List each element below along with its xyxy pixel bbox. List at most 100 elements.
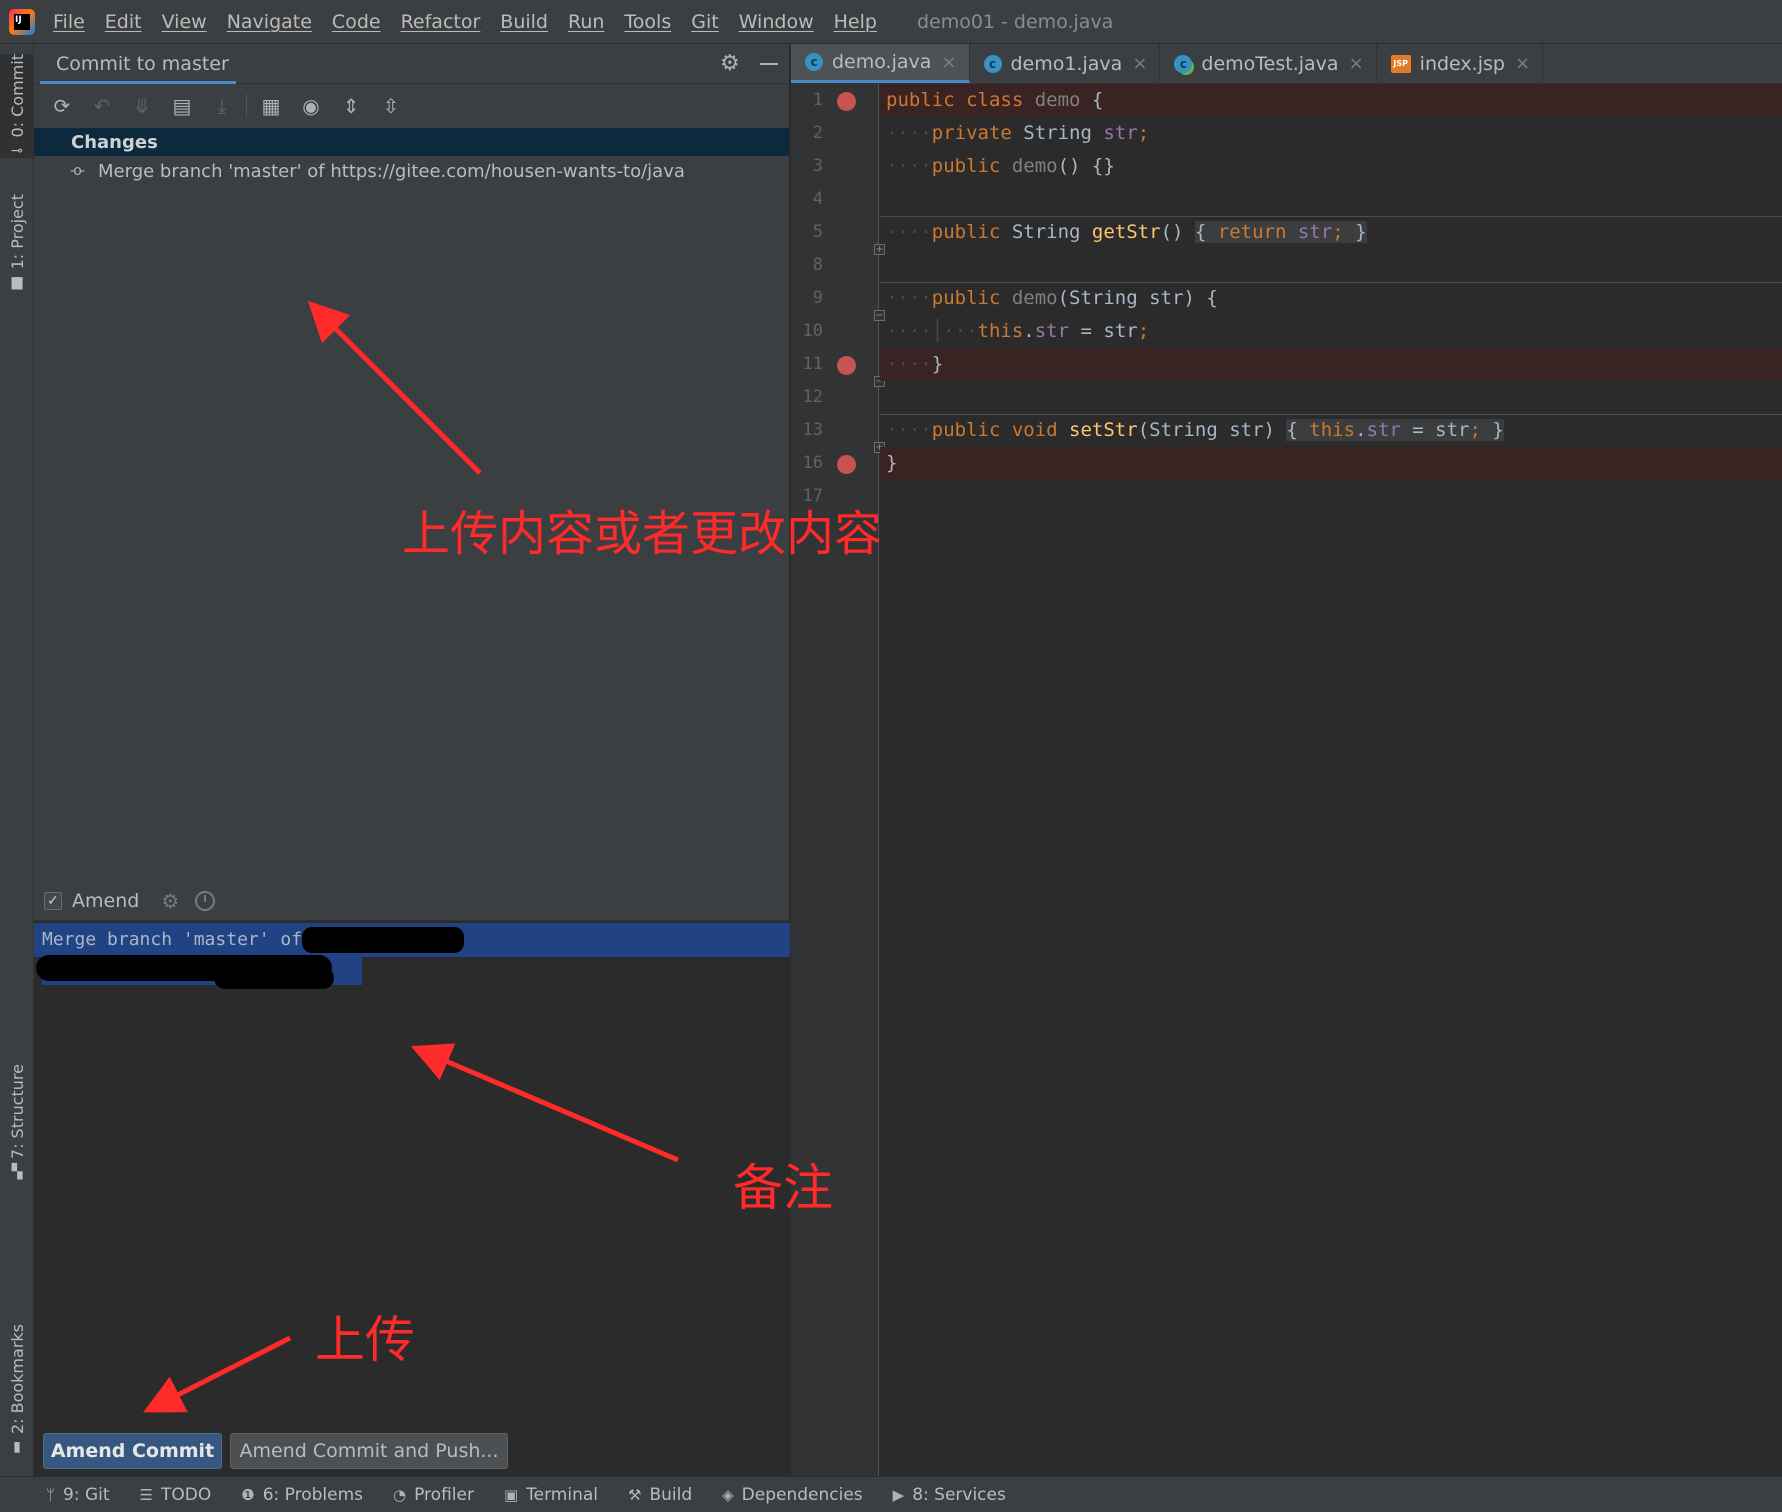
editor-gutter[interactable]: 1 2 3 4 5 8 9 10 11 12 13 16 17 + − − + [791,84,885,1476]
gear-icon[interactable]: ⚙ [720,51,740,76]
breakpoint-icon[interactable] [837,356,856,375]
line-number: 17 [802,486,823,506]
tab-index-jsp[interactable]: JSP index.jsp × [1377,44,1544,83]
code-area[interactable]: public class demo { ····private String s… [880,84,1782,1476]
code-line: ····public String getStr() { return str;… [886,221,1367,243]
breakpoint-icon[interactable] [837,92,856,111]
class-icon: c [983,54,1002,73]
info-icon: ❶ [241,1485,255,1504]
close-icon[interactable]: × [941,52,956,73]
tool-window-commit[interactable]: 0: Commit ⊸ [0,54,34,158]
amend-commit-and-push-button[interactable]: Amend Commit and Push... [230,1433,508,1469]
redaction-mark [214,967,334,989]
history-clock-icon[interactable] [195,891,216,911]
expand-all-icon[interactable]: ⇕ [331,91,371,121]
bottom-tab-terminal[interactable]: ▣ Terminal [504,1485,598,1505]
code-line: ····│···this.str = str; [886,320,1150,342]
tool-window-structure[interactable]: 7: Structure ▚ [0,1064,34,1179]
line-number: 3 [812,156,823,176]
toolbar-separator [246,94,247,118]
tool-window-project[interactable]: 1: Project ▆ [0,194,34,289]
collapse-all-icon[interactable]: ⇳ [371,91,411,121]
profiler-icon: ◔ [393,1485,407,1504]
commit-options-gear-icon[interactable]: ⚙ [161,889,179,913]
structure-tool-label: 7: Structure [7,1064,27,1160]
close-icon[interactable]: × [1349,53,1364,74]
group-by-icon[interactable]: ▦ [251,91,291,121]
bottom-tool-bar: ᛘ 9: Git ☰ TODO ❶ 6: Problems ◔ Profiler ▣ Te… [0,1476,1782,1512]
menu-refactor[interactable]: Refactor [401,11,481,33]
eye-icon[interactable]: ◉ [291,91,331,121]
menu-window[interactable]: Window [739,11,814,33]
code-line: ····private String str; [886,122,1150,144]
refresh-icon[interactable]: ⟳ [42,91,82,121]
breakpoint-icon[interactable] [837,455,856,474]
bottom-tab-label: 8: Services [912,1484,1006,1505]
commit-tool-label: 0: Commit [7,54,27,138]
menu-edit[interactable]: Edit [105,11,142,33]
amend-commit-button[interactable]: Amend Commit [43,1433,222,1469]
line-number: 4 [812,189,823,209]
menu-run[interactable]: Run [568,11,604,33]
minimize-icon[interactable] [760,63,778,65]
shelve-icon[interactable]: ▤ [162,91,202,121]
tab-label: index.jsp [1419,52,1505,75]
menu-code[interactable]: Code [332,11,381,33]
bottom-tab-label: Build [649,1484,693,1505]
bookmarks-tool-label: 2: Bookmarks [7,1324,27,1435]
commit-message-text: Merge branch 'master' of [42,929,313,950]
amend-row: ✓ Amend ⚙ [34,882,790,920]
tab-demo1-java[interactable]: c demo1.java × [970,44,1161,83]
menu-git[interactable]: Git [691,11,718,33]
code-line: ····} [880,348,1782,381]
tool-window-bookmarks[interactable]: 2: Bookmarks ▮ [0,1324,34,1454]
hammer-icon: ⚒ [627,1485,642,1504]
close-icon[interactable]: × [1515,53,1530,74]
commit-icon: ⊸ [11,142,23,159]
structure-icon: ▚ [11,1164,23,1181]
changes-tree-header[interactable]: Changes [34,128,789,156]
menu-tools[interactable]: Tools [624,11,671,33]
amend-checkbox[interactable]: ✓ [44,892,62,910]
code-line: ····public demo() {} [886,155,1115,177]
tab-demotest-java[interactable]: c demoTest.java × [1160,44,1377,83]
bottom-tab-profiler[interactable]: ◔ Profiler [393,1485,474,1505]
intellij-logo-icon[interactable]: IJ [9,8,35,35]
rollback-icon[interactable]: ↶ [82,91,122,121]
bottom-tab-problems[interactable]: ❶ 6: Problems [241,1485,363,1505]
terminal-icon: ▣ [503,1485,519,1504]
list-icon: ☰ [139,1485,153,1504]
commit-message-field[interactable]: Merge branch 'master' of [34,920,790,1512]
layers-icon: ◈ [722,1485,734,1504]
download-icon[interactable]: ⤓ [202,91,242,121]
update-icon[interactable]: ⤋ [122,91,162,121]
menu-help[interactable]: Help [834,11,877,33]
jsp-icon: JSP [1390,54,1411,73]
bottom-tab-label: 6: Problems [262,1484,363,1505]
close-icon[interactable]: × [1132,53,1147,74]
bottom-tab-services[interactable]: ▶ 8: Services [893,1485,1006,1505]
bottom-tab-label: Terminal [526,1484,598,1505]
menu-build[interactable]: Build [500,11,548,33]
changes-list-item[interactable]: -o- Merge branch 'master' of https://git… [34,156,789,186]
commit-panel-header: Commit to master ⚙ [34,44,789,84]
bottom-tab-build[interactable]: ⚒ Build [628,1485,692,1505]
menu-view[interactable]: View [162,11,207,33]
left-tool-stripe: 0: Commit ⊸ 1: Project ▆ 7: Structure ▚ … [0,44,34,1476]
menu-file[interactable]: File [53,11,85,33]
menu-navigate[interactable]: Navigate [227,11,312,33]
amend-label[interactable]: Amend [72,890,139,912]
line-number: 11 [802,354,823,374]
window-title: demo01 - demo.java [916,10,1114,33]
bottom-tab-dependencies[interactable]: ◈ Dependencies [722,1485,863,1505]
bottom-tab-todo[interactable]: ☰ TODO [140,1485,212,1505]
class-icon: c [805,53,823,71]
tab-demo-java[interactable]: c demo.java × [791,44,970,83]
tab-label: demo.java [832,51,932,73]
bottom-tab-git[interactable]: ᛘ 9: Git [46,1485,110,1505]
commit-panel-title[interactable]: Commit to master [56,53,229,75]
bookmark-icon: ▮ [13,1439,21,1456]
